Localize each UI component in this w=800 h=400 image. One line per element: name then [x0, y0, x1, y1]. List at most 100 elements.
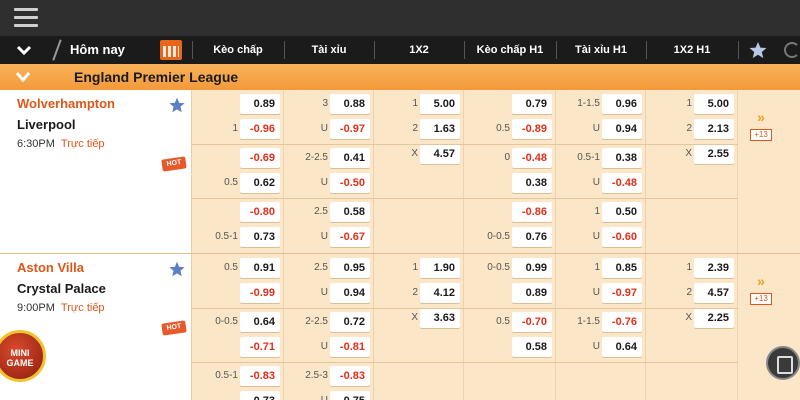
odds-value[interactable]: 0.89: [512, 283, 552, 303]
odds-cell: 2-2.5 0.72: [284, 312, 374, 332]
star-icon[interactable]: [748, 40, 768, 60]
odds-value[interactable]: 0.38: [512, 173, 552, 193]
odds-value[interactable]: -0.89: [512, 119, 552, 139]
odds-value[interactable]: 0.95: [330, 258, 370, 278]
odds-value[interactable]: 4.57: [694, 283, 734, 303]
odds-column-1x2: 1 5.00 2 1.63 X 4.57: [374, 90, 464, 253]
odds-value[interactable]: 2.39: [694, 258, 734, 278]
odds-value[interactable]: 0.41: [330, 148, 370, 168]
odds-value[interactable]: 0.89: [240, 94, 280, 114]
odds-line: U: [592, 341, 600, 352]
odds-value[interactable]: 2.25: [694, 308, 734, 328]
odds-cell: 0.5 -0.89: [464, 119, 556, 139]
odds-value[interactable]: -0.70: [512, 312, 552, 332]
favorite-star-icon[interactable]: [168, 96, 186, 114]
odds-cell: X 4.57: [374, 144, 464, 164]
odds-value[interactable]: 3.63: [420, 308, 460, 328]
match-block: Aston Villa Crystal Palace 9:00PM Trực tiếp…: [0, 254, 800, 400]
odds-cell: 0.5-1 0.73: [192, 227, 284, 247]
chevron-down-icon[interactable]: [16, 42, 32, 58]
odds-value[interactable]: 0.64: [602, 337, 642, 357]
odds-value[interactable]: 0.91: [240, 258, 280, 278]
odds-value[interactable]: 0.94: [602, 119, 642, 139]
double-chevron-icon: »: [757, 109, 765, 125]
team-column: Wolverhampton Liverpool 6:30PM Trực tiếp HOT: [0, 90, 192, 253]
more-markets[interactable]: » +13: [746, 110, 776, 142]
odds-value[interactable]: -0.81: [330, 337, 370, 357]
odds-value[interactable]: 4.57: [420, 144, 460, 164]
odds-value[interactable]: -0.48: [512, 148, 552, 168]
odds-value[interactable]: -0.99: [240, 283, 280, 303]
live-link[interactable]: Trực tiếp: [61, 302, 105, 314]
kickoff-time: 6:30PM: [17, 138, 55, 150]
away-team[interactable]: Crystal Palace: [17, 281, 106, 296]
menu-icon[interactable]: [14, 8, 38, 28]
odds-header: Hôm nay Kèo chấp Tài xỉu 1X2 Kèo chấp H1…: [0, 36, 800, 64]
odds-line: U: [320, 231, 328, 242]
odds-value[interactable]: -0.83: [240, 366, 280, 386]
odds-cell: U -0.97: [284, 119, 374, 139]
odds-value[interactable]: 0.72: [330, 312, 370, 332]
odds-value[interactable]: 0.76: [512, 227, 552, 247]
odds-value[interactable]: -0.86: [512, 202, 552, 222]
odds-value[interactable]: -0.80: [240, 202, 280, 222]
odds-cell: U 0.94: [284, 283, 374, 303]
odds-line: 0: [504, 152, 510, 163]
more-markets[interactable]: » +13: [746, 274, 776, 306]
odds-value[interactable]: 0.58: [512, 337, 552, 357]
odds-value[interactable]: 0.85: [602, 258, 642, 278]
odds-value[interactable]: -0.76: [602, 312, 642, 332]
odds-value[interactable]: -0.96: [240, 119, 280, 139]
league-row[interactable]: England Premier League: [0, 64, 800, 90]
odds-value[interactable]: 2.13: [694, 119, 734, 139]
odds-value[interactable]: 0.75: [330, 391, 370, 400]
odds-value[interactable]: 0.99: [512, 258, 552, 278]
odds-value[interactable]: 0.58: [330, 202, 370, 222]
date-filter[interactable]: Hôm nay: [70, 36, 125, 64]
odds-value[interactable]: 0.88: [330, 94, 370, 114]
odds-value[interactable]: -0.69: [240, 148, 280, 168]
odds-value[interactable]: -0.71: [240, 337, 280, 357]
odds-value[interactable]: 0.64: [240, 312, 280, 332]
odds-value[interactable]: 1.90: [420, 258, 460, 278]
odds-cell: 1-1.5 -0.76: [556, 312, 646, 332]
odds-value[interactable]: 0.50: [602, 202, 642, 222]
home-team[interactable]: Aston Villa: [17, 260, 84, 275]
odds-cell: X 2.55: [646, 144, 738, 164]
odds-value[interactable]: -0.97: [330, 119, 370, 139]
odds-value[interactable]: 2.55: [694, 144, 734, 164]
odds-line: 0.5-1: [215, 370, 238, 381]
odds-value[interactable]: -0.67: [330, 227, 370, 247]
odds-value[interactable]: 4.12: [420, 283, 460, 303]
live-link[interactable]: Trực tiếp: [61, 138, 105, 150]
bet-slip-icon[interactable]: [766, 346, 800, 380]
odds-line: X: [411, 148, 418, 159]
odds-value[interactable]: -0.83: [330, 366, 370, 386]
odds-value[interactable]: 0.38: [602, 148, 642, 168]
odds-value[interactable]: 1.63: [420, 119, 460, 139]
odds-value[interactable]: 0.73: [240, 391, 280, 400]
refresh-icon[interactable]: [784, 42, 800, 58]
odds-line: 2-2.5: [305, 152, 328, 163]
odds-cell: 2 1.63: [374, 119, 464, 139]
away-team[interactable]: Liverpool: [17, 117, 76, 132]
calendar-icon[interactable]: [160, 40, 182, 60]
odds-value[interactable]: -0.97: [602, 283, 642, 303]
favorite-star-icon[interactable]: [168, 260, 186, 278]
home-team[interactable]: Wolverhampton: [17, 96, 115, 111]
odds-value[interactable]: 0.62: [240, 173, 280, 193]
odds-value[interactable]: 5.00: [420, 94, 460, 114]
chevron-down-icon[interactable]: [15, 70, 31, 84]
odds-value[interactable]: 0.96: [602, 94, 642, 114]
odds-line: 1: [412, 98, 418, 109]
odds-value[interactable]: 0.73: [240, 227, 280, 247]
mini-game-label: GAME: [6, 358, 34, 368]
odds-value[interactable]: -0.50: [330, 173, 370, 193]
odds-value[interactable]: -0.60: [602, 227, 642, 247]
odds-value[interactable]: 0.79: [512, 94, 552, 114]
odds-value[interactable]: -0.48: [602, 173, 642, 193]
odds-line: X: [411, 312, 418, 323]
odds-value[interactable]: 5.00: [694, 94, 734, 114]
odds-value[interactable]: 0.94: [330, 283, 370, 303]
odds-line: U: [320, 177, 328, 188]
